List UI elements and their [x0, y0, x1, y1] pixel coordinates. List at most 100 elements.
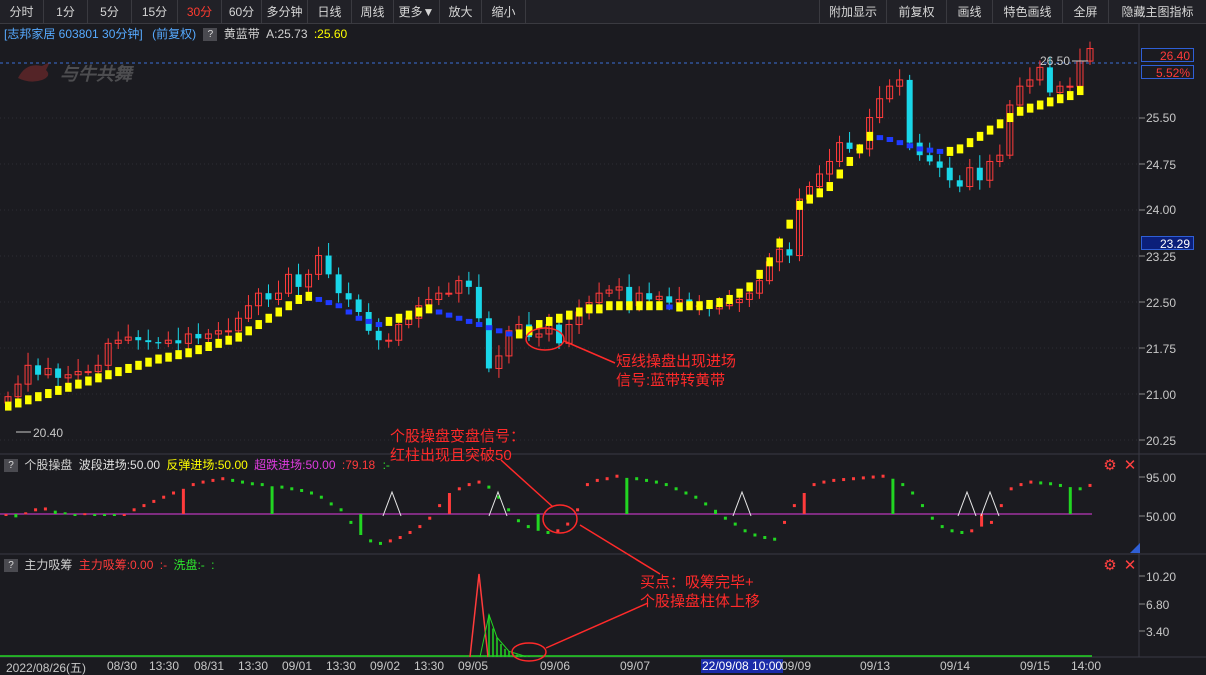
- panel1-dot: [290, 487, 294, 491]
- panel1-signal-chevron: [980, 490, 1000, 517]
- candle-body-down: [375, 330, 382, 341]
- panel1-dot: [487, 485, 491, 489]
- x-tick-4: 13:30: [238, 659, 269, 673]
- panel1-dot: [783, 520, 787, 524]
- panel1-dot: [920, 504, 924, 508]
- entry-signal-pointer: [563, 340, 616, 364]
- annotation-entry-line1: 短线操盘出现进场: [616, 353, 737, 370]
- band-segment-yellow: [946, 146, 954, 156]
- band-segment-blue: [916, 146, 924, 152]
- chart-canvas[interactable]: [0, 0, 1206, 675]
- candle-body-down: [55, 368, 62, 378]
- band-segment-blue: [936, 148, 944, 154]
- panel1-bar: [122, 514, 126, 516]
- panel1-dot: [901, 483, 905, 487]
- panel1-bar: [112, 514, 116, 516]
- band-segment-yellow: [405, 310, 413, 320]
- panel1-dot: [1009, 487, 1013, 491]
- panel1-dot: [881, 474, 885, 478]
- annotation-change-signal: 个股操盘变盘信号： 红柱出现且突破50: [390, 427, 525, 465]
- band-segment-yellow: [1016, 106, 1024, 116]
- band-segment-yellow: [225, 335, 232, 345]
- panel1-dot: [152, 499, 156, 503]
- annotation-change-line2: 红柱出现且突破50: [390, 447, 512, 464]
- panel1-dot: [822, 480, 826, 484]
- panel1-dot: [753, 533, 757, 537]
- band-segment-yellow: [626, 301, 633, 311]
- band-segment-blue: [365, 318, 373, 324]
- x-tick-6: 13:30: [326, 659, 357, 673]
- panel1-dot: [477, 480, 481, 484]
- band-segment-yellow: [826, 182, 834, 192]
- panel1-bar: [714, 509, 718, 514]
- annotation-buy-line2: 个股操盘柱体上移: [640, 593, 761, 610]
- band-segment-yellow: [215, 338, 222, 348]
- panel1-bar: [14, 514, 18, 518]
- low-price-marker: 20.40: [33, 426, 64, 440]
- band-segment-yellow: [616, 301, 623, 311]
- panel1-dot: [763, 536, 767, 540]
- panel1-dot: [911, 491, 915, 495]
- panel1-dot: [999, 504, 1003, 508]
- band-segment-blue: [485, 325, 493, 331]
- band-segment-blue: [896, 140, 904, 146]
- band-segment-yellow: [515, 329, 523, 339]
- band-segment-yellow: [706, 299, 713, 309]
- panel1-dot: [172, 491, 176, 495]
- panel1-dot: [812, 483, 816, 487]
- band-segment-yellow: [15, 398, 22, 408]
- candle-body-down: [956, 180, 963, 187]
- band-segment-yellow: [95, 373, 102, 383]
- panel2-y-tick-1: 6.80: [1146, 598, 1170, 612]
- panel1-dot: [871, 475, 875, 479]
- panel1-dot: [201, 480, 205, 484]
- panel1-dot: [1078, 487, 1082, 491]
- panel1-dot: [280, 485, 284, 489]
- panel1-bar: [802, 493, 806, 514]
- band-segment-yellow: [746, 282, 753, 292]
- band-segment-yellow: [45, 389, 52, 399]
- band-segment-yellow: [576, 307, 583, 317]
- band-segment-yellow: [856, 144, 864, 154]
- band-segment-yellow: [105, 370, 112, 380]
- band-segment-yellow: [676, 302, 683, 312]
- band-segment-yellow: [836, 169, 844, 179]
- panel1-dot: [792, 504, 796, 508]
- band-segment-blue: [315, 296, 323, 302]
- panel1-bar: [536, 514, 540, 531]
- panel1-dot: [851, 477, 855, 481]
- panel1-dot: [576, 508, 580, 512]
- y-tick-3: 23.25: [1146, 250, 1177, 264]
- band-segment-blue: [495, 328, 503, 334]
- panel1-dot: [1029, 480, 1033, 484]
- panel1-bar: [53, 510, 57, 514]
- candle-body-down: [926, 155, 933, 162]
- high-price-marker: 26.50: [1040, 54, 1071, 68]
- panel1-dot: [635, 477, 639, 481]
- stock-chart-app: { "toolbar": { "periods": ["分时","1分","5分…: [0, 0, 1206, 675]
- band-segment-yellow: [305, 291, 313, 301]
- panel1-dot: [43, 507, 47, 511]
- band-segment-yellow: [546, 316, 553, 326]
- panel1-dot: [704, 502, 708, 506]
- x-tick-10: 09/06: [540, 659, 571, 673]
- x-tick-5: 09/01: [282, 659, 313, 673]
- band-segment-yellow: [806, 194, 813, 204]
- candle-body-down: [946, 167, 953, 181]
- band-segment-yellow: [1056, 94, 1064, 104]
- band-segment-yellow: [736, 288, 743, 298]
- candle-body-down: [786, 249, 793, 256]
- band-segment-yellow: [716, 298, 723, 308]
- panel1-dot: [970, 529, 974, 533]
- panel1-dot: [369, 539, 373, 543]
- buy-point-pointer: [545, 602, 649, 649]
- band-segment-yellow: [385, 316, 393, 326]
- y-tick-4: 22.50: [1146, 296, 1177, 310]
- band-segment-yellow: [586, 304, 593, 314]
- x-tick-15: 09/14: [940, 659, 971, 673]
- change-pct-tag: 5.52%: [1141, 65, 1194, 80]
- band-segment-yellow: [816, 188, 823, 198]
- band-segment-yellow: [966, 138, 974, 148]
- panel1-dot: [861, 476, 865, 480]
- band-segment-yellow: [65, 382, 72, 392]
